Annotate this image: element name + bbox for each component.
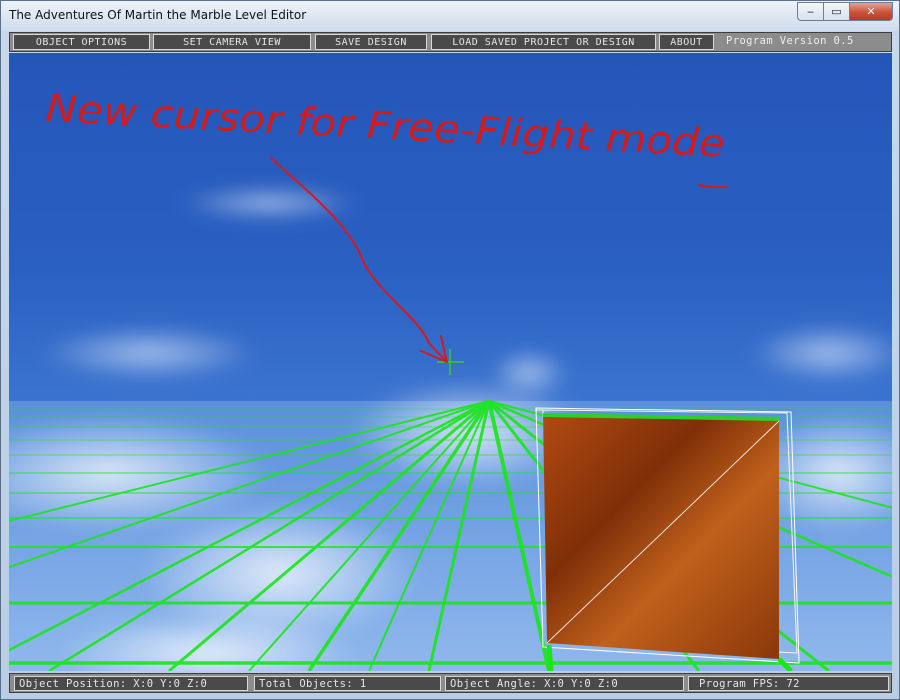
status-bar: Object Position: X:0 Y:0 Z:0 Total Objec… [9, 673, 892, 693]
3d-viewport[interactable]: New cursor for Free-Flight mode [9, 53, 892, 671]
editor-window: The Adventures Of Martin the Marble Leve… [0, 0, 900, 700]
minimize-button[interactable]: ‒ [797, 2, 823, 21]
save-design-button[interactable]: SAVE DESIGN [315, 34, 427, 50]
program-fps-readout: Program FPS: 72 [688, 676, 889, 691]
title-bar[interactable]: The Adventures Of Martin the Marble Leve… [1, 1, 899, 31]
selected-cube[interactable] [535, 407, 800, 671]
annotation-text: New cursor for Free-Flight mode [45, 86, 726, 166]
object-position-readout: Object Position: X:0 Y:0 Z:0 [14, 676, 248, 691]
cube-face [543, 415, 779, 659]
close-button[interactable]: ✕ [849, 2, 893, 21]
maximize-button[interactable]: ▭ [823, 2, 849, 21]
program-version: Program Version 0.5 [726, 35, 854, 47]
crosshair-icon [437, 349, 464, 375]
about-button[interactable]: ABOUT [659, 34, 714, 50]
load-saved-project-button[interactable]: LOAD SAVED PROJECT OR DESIGN [431, 34, 656, 50]
object-options-button[interactable]: OBJECT OPTIONS [13, 34, 150, 50]
set-camera-view-button[interactable]: SET CAMERA VIEW [153, 34, 311, 50]
total-objects-readout: Total Objects: 1 [254, 676, 441, 691]
object-angle-readout: Object Angle: X:0 Y:0 Z:0 [445, 676, 684, 691]
window-controls: ‒ ▭ ✕ [797, 2, 893, 21]
scene: New cursor for Free-Flight mode [9, 86, 892, 671]
window-title: The Adventures Of Martin the Marble Leve… [9, 8, 307, 22]
menu-bar: OBJECT OPTIONS SET CAMERA VIEW SAVE DESI… [9, 32, 892, 52]
